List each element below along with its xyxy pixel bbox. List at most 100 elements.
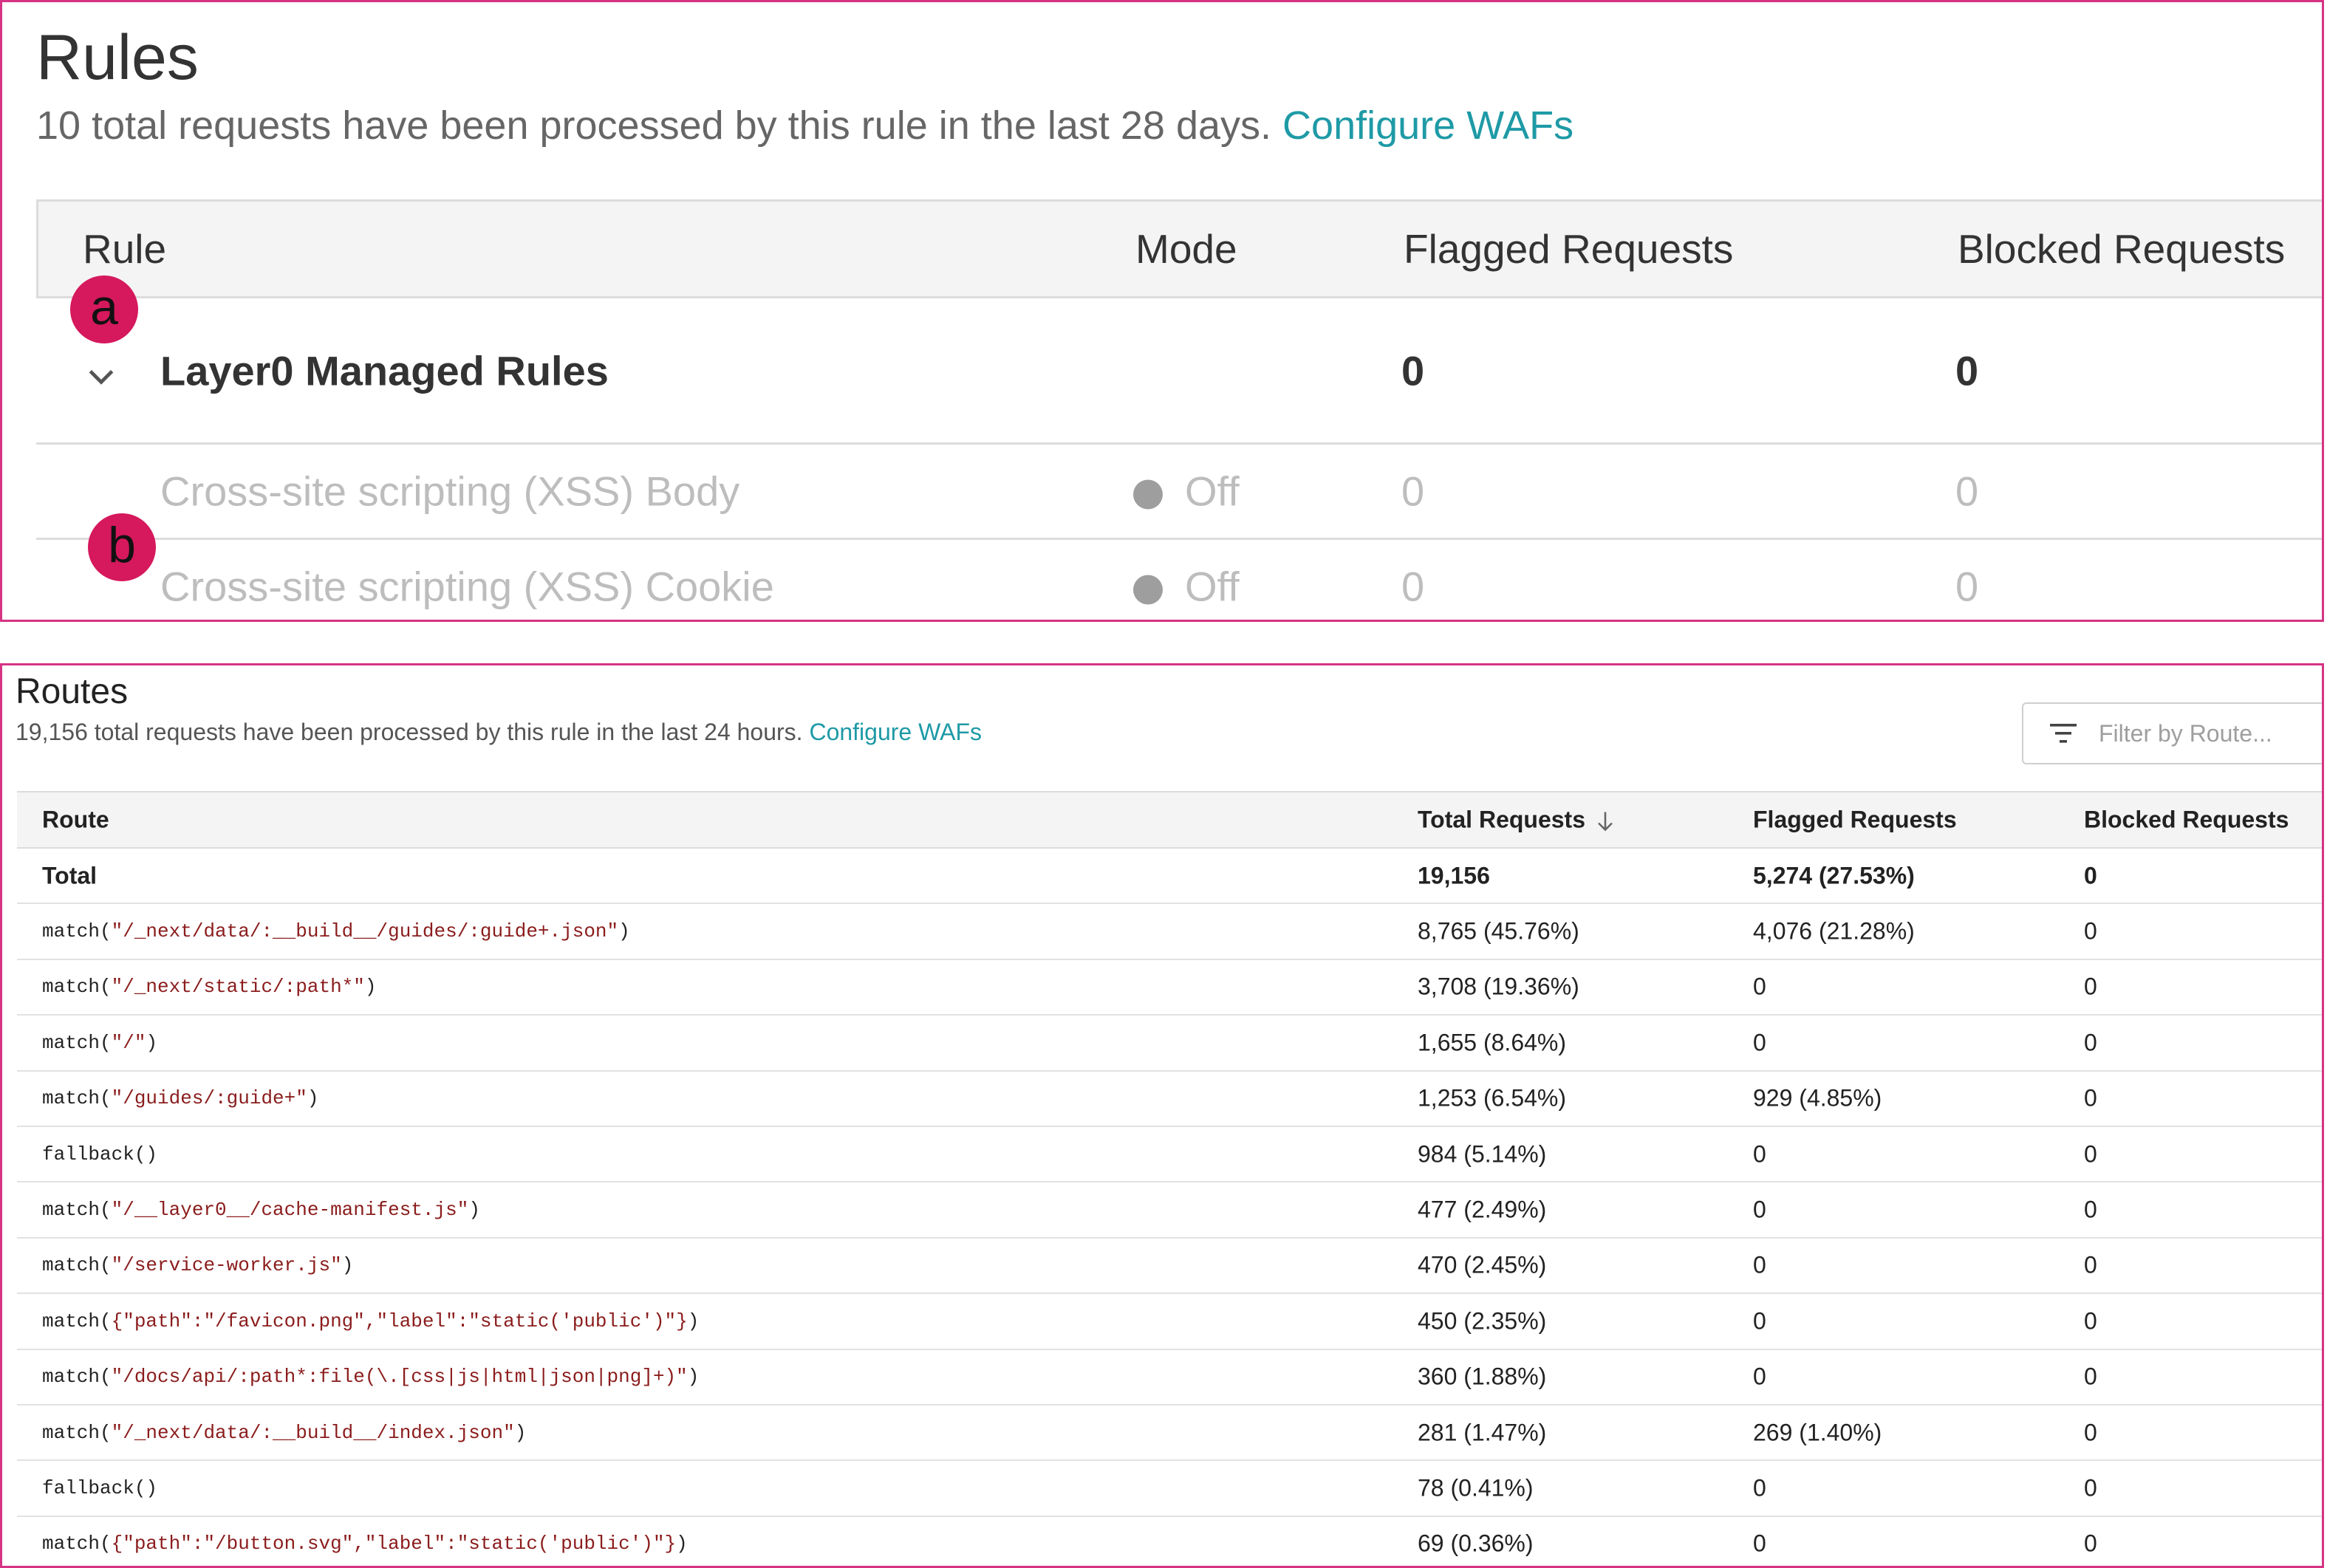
route-pattern: match({"path":"/favicon.png","label":"st… — [42, 1310, 699, 1332]
filter-by-route-input[interactable]: Filter by Route... — [2022, 702, 2322, 764]
table-row[interactable]: match("/") 1,655 (8.64%) 0 0 — [17, 1016, 2322, 1072]
configure-wafs-link[interactable]: Configure WAFs — [1282, 103, 1573, 148]
blocked-requests: 0 — [2084, 1474, 2097, 1502]
blocked-requests: 0 — [2084, 917, 2097, 945]
table-row[interactable]: match("/__layer0__/cache-manifest.js") 47… — [17, 1182, 2322, 1239]
column-header-route[interactable]: Route — [42, 807, 109, 834]
table-row[interactable]: fallback() 78 (0.41%) 0 0 — [17, 1461, 2322, 1517]
rules-title: Rules — [36, 22, 199, 93]
column-header-blocked[interactable]: Blocked Requests — [1958, 225, 2285, 273]
route-fn-close: ) — [687, 1366, 700, 1389]
total-requests: 984 (5.14%) — [1418, 1140, 1547, 1168]
route-pattern: match("/guides/:guide+") — [42, 1087, 318, 1109]
routes-title: Routes — [16, 672, 129, 711]
route-fn-close: ) — [146, 1031, 158, 1054]
table-row[interactable]: match({"path":"/favicon.png","label":"st… — [17, 1294, 2322, 1350]
route-fn: match( — [42, 1087, 112, 1110]
subrule-name: Cross-site scripting (XSS) Body — [160, 468, 740, 515]
routes-subtitle-text: 19,156 total requests have been processe… — [16, 719, 803, 745]
total-requests: 69 (0.36%) — [1418, 1530, 1534, 1557]
total-requests: 477 (2.49%) — [1418, 1196, 1547, 1223]
subrule-blocked: 0 — [1955, 563, 1979, 610]
route-fn: match( — [42, 1254, 112, 1277]
subrule-flagged: 0 — [1401, 563, 1425, 610]
routes-subtitle: 19,156 total requests have been processe… — [16, 719, 982, 746]
table-row[interactable]: match("/service-worker.js") 470 (2.45%) 0 0 — [17, 1239, 2322, 1295]
blocked-requests: 0 — [2084, 1196, 2097, 1223]
rule-group-blocked: 0 — [1955, 347, 1979, 394]
blocked-requests: 0 — [2084, 1307, 2097, 1335]
route-pattern: match("/_next/static/:path*") — [42, 976, 377, 998]
route-fn: match( — [42, 1366, 112, 1389]
route-string: "/service-worker.js" — [111, 1254, 342, 1277]
flagged-requests: 0 — [1753, 1140, 1766, 1168]
route-fn-close: ) — [468, 1199, 480, 1222]
route-fn: match( — [42, 1199, 112, 1222]
subrule-row[interactable]: Cross-site scripting (XSS) Cookie Off 0 … — [36, 540, 2322, 620]
subrule-mode[interactable]: Off — [1133, 468, 1240, 516]
rules-subtitle: 10 total requests have been processed by… — [36, 103, 1573, 148]
subrule-mode[interactable]: Off — [1133, 563, 1240, 611]
route-fn: match( — [42, 1533, 112, 1555]
route-string: "/_next/data/:__build__/index.json" — [111, 1421, 515, 1444]
route-string: {"path":"/button.svg","label":"static('p… — [111, 1533, 677, 1555]
table-row[interactable]: match("/_next/data/:__build__/index.json… — [17, 1406, 2322, 1462]
column-header-flagged[interactable]: Flagged Requests — [1404, 225, 1733, 273]
route-string: "/docs/api/:path*:file(\.[css|js|html|js… — [111, 1366, 688, 1389]
column-header-mode[interactable]: Mode — [1135, 225, 1237, 273]
route-pattern: fallback() — [42, 1477, 157, 1499]
total-requests: 8,765 (45.76%) — [1418, 917, 1579, 945]
column-header-blocked[interactable]: Blocked Requests — [2084, 807, 2289, 834]
flagged-requests: 269 (1.40%) — [1753, 1419, 1882, 1446]
table-row-total: Total 19,156 5,274 (27.53%) 0 — [17, 849, 2322, 905]
route-string: {"path":"/favicon.png","label":"static('… — [111, 1309, 688, 1332]
blocked-requests: 0 — [2084, 1029, 2097, 1056]
total-requests: 1,253 (6.54%) — [1418, 1084, 1567, 1112]
flagged-requests: 0 — [1753, 1474, 1766, 1502]
filter-placeholder: Filter by Route... — [2099, 719, 2272, 747]
blocked-requests: 0 — [2084, 1140, 2097, 1168]
rules-subtitle-text: 10 total requests have been processed by… — [36, 103, 1272, 148]
table-row[interactable]: match("/_next/data/:__build__/guides/:gu… — [17, 904, 2322, 960]
chevron-down-icon[interactable] — [85, 355, 117, 387]
subrule-blocked: 0 — [1955, 468, 1979, 515]
blocked-requests: 0 — [2084, 1084, 2097, 1112]
route-fn: match( — [42, 1421, 112, 1444]
route-string: "/" — [111, 1031, 146, 1054]
table-row[interactable]: match("/docs/api/:path*:file(\.[css|js|h… — [17, 1350, 2322, 1406]
route-pattern: match("/service-worker.js") — [42, 1254, 353, 1276]
route-pattern: match("/__layer0__/cache-manifest.js") — [42, 1199, 480, 1221]
route-fn-close: ) — [676, 1533, 688, 1555]
flagged-requests: 0 — [1753, 1029, 1766, 1056]
route-pattern: match("/") — [42, 1032, 157, 1054]
route-pattern: match("/_next/data/:__build__/index.json… — [42, 1422, 526, 1444]
route-fn-close: ) — [514, 1421, 527, 1444]
table-row[interactable]: match("/_next/static/:path*") 3,708 (19.3… — [17, 960, 2322, 1016]
column-header-total-requests[interactable]: Total Requests — [1418, 807, 1615, 834]
table-row[interactable]: fallback() 984 (5.14%) 0 0 — [17, 1127, 2322, 1183]
annotation-badge-a: a — [70, 275, 138, 343]
annotation-badge-b: b — [88, 513, 156, 581]
route-fn: match( — [42, 1031, 112, 1054]
blocked-requests: 0 — [2084, 862, 2097, 889]
route-fn: match( — [42, 1309, 112, 1332]
column-header-flagged[interactable]: Flagged Requests — [1753, 807, 1957, 834]
route-string: "/guides/:guide+" — [111, 1087, 307, 1110]
blocked-requests: 0 — [2084, 1530, 2097, 1557]
routes-panel: Routes 19,156 total requests have been p… — [0, 663, 2324, 1568]
column-header-rule[interactable]: Rule — [83, 225, 166, 273]
total-requests: 3,708 (19.36%) — [1418, 973, 1579, 1000]
route-fn-close: ) — [687, 1309, 700, 1332]
blocked-requests: 0 — [2084, 1363, 2097, 1390]
rule-group-row[interactable]: Layer0 Managed Rules 0 0 — [36, 298, 2322, 445]
flagged-requests: 5,274 (27.53%) — [1753, 862, 1915, 889]
table-row[interactable]: match("/guides/:guide+") 1,253 (6.54%) 929… — [17, 1072, 2322, 1127]
table-row[interactable]: match({"path":"/button.svg","label":"sta… — [17, 1517, 2322, 1566]
configure-wafs-link[interactable]: Configure WAFs — [809, 719, 982, 745]
total-requests: 78 (0.41%) — [1418, 1474, 1534, 1502]
route-fn-close: ) — [364, 976, 377, 999]
arrow-down-icon[interactable] — [1596, 810, 1615, 832]
subrule-row[interactable]: Cross-site scripting (XSS) Body Off 0 0 — [36, 445, 2322, 540]
route-pattern: fallback() — [42, 1143, 157, 1165]
blocked-requests: 0 — [2084, 973, 2097, 1000]
